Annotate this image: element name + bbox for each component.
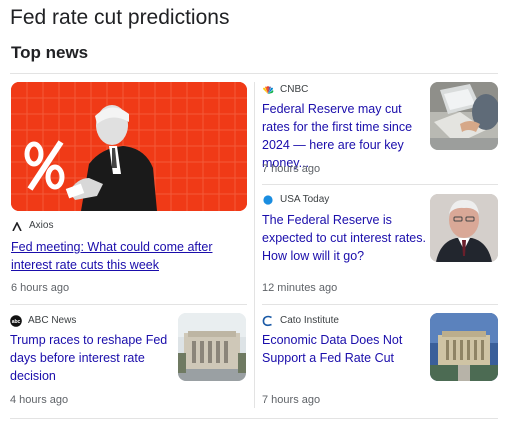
svg-text:abc: abc: [12, 319, 21, 325]
article-image: [178, 313, 246, 381]
usa-today-dot-icon: [262, 194, 274, 206]
article-source: Cato Institute: [262, 315, 339, 327]
cato-institute-logo-icon: [262, 315, 274, 327]
article-divider: [262, 184, 498, 185]
section-divider: [10, 73, 498, 74]
article-time: 7 hours ago: [262, 394, 321, 406]
article-divider: [262, 304, 498, 305]
article-source: abc ABC News: [10, 315, 76, 327]
column-divider: [254, 82, 255, 408]
article-headline[interactable]: Fed meeting: What could come after inter…: [11, 238, 249, 274]
article-image: [430, 82, 498, 150]
powell-portrait-photo: [430, 194, 498, 262]
article-divider: [10, 304, 247, 305]
article-source-label: USA Today: [280, 194, 330, 205]
article-headline[interactable]: The Federal Reserve is expected to cut i…: [262, 211, 428, 265]
section-title-top-news: Top news: [11, 43, 89, 62]
axios-logo-icon: [11, 220, 23, 232]
article-headline[interactable]: Economic Data Does Not Support a Fed Rat…: [262, 331, 428, 367]
article-source-label: Axios: [29, 220, 54, 231]
article-source: Axios: [11, 220, 53, 232]
article-image: [430, 313, 498, 381]
page-title: Fed rate cut predictions: [10, 6, 230, 29]
news-card-cato-institute[interactable]: Cato Institute Economic Data Does Not Su…: [262, 313, 502, 409]
fed-building-photo: [178, 313, 246, 381]
article-time: 12 minutes ago: [262, 282, 338, 294]
article-source-label: ABC News: [28, 315, 77, 326]
section-bottom-divider: [10, 418, 498, 419]
article-time: 6 hours ago: [11, 282, 70, 294]
abc-news-logo-icon: abc: [10, 315, 22, 327]
article-source: CNBC: [262, 84, 308, 96]
news-card-axios[interactable]: Axios Fed meeting: What could come after…: [10, 82, 250, 298]
article-source-label: CNBC: [280, 84, 309, 95]
article-time: 7 hours ago: [262, 163, 321, 175]
fed-building-night-photo: [430, 313, 498, 381]
article-source: USA Today: [262, 194, 329, 206]
article-image: [11, 82, 247, 211]
article-time: 4 hours ago: [10, 394, 69, 406]
news-card-usa-today[interactable]: USA Today The Federal Reserve is expecte…: [262, 194, 502, 296]
powell-percent-illustration: [11, 82, 247, 211]
news-card-cnbc[interactable]: CNBC Federal Reserve may cut rates for t…: [262, 82, 502, 182]
news-card-abc-news[interactable]: abc ABC News Trump races to reshape Fed …: [10, 313, 250, 409]
laptop-photo: [430, 82, 498, 150]
article-source-label: Cato Institute: [280, 315, 339, 326]
article-image: [430, 194, 498, 262]
article-headline[interactable]: Trump races to reshape Fed days before i…: [10, 331, 176, 385]
cnbc-peacock-icon: [262, 84, 274, 96]
